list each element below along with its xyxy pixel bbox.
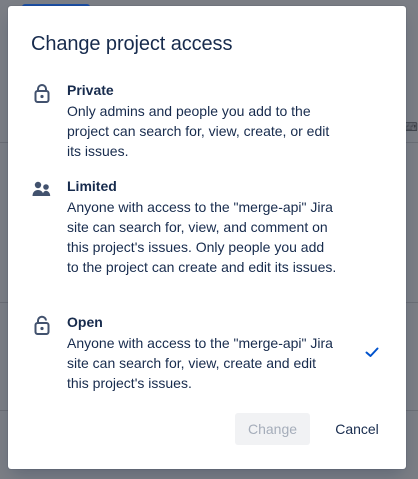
change-access-dialog: Change project access Private Only admin… — [8, 6, 406, 469]
selected-check-icon — [363, 343, 381, 361]
people-icon — [31, 179, 53, 199]
unlock-icon — [31, 315, 53, 335]
dialog-title: Change project access — [31, 33, 233, 55]
option-description: Only admins and people you add to the pr… — [67, 103, 330, 159]
option-name: Limited — [67, 178, 117, 194]
access-option-private[interactable]: Private Only admins and people you add t… — [31, 81, 381, 161]
cancel-button[interactable]: Cancel — [319, 413, 395, 445]
lock-icon — [31, 83, 53, 103]
option-description: Anyone with access to the "merge-api" Ji… — [67, 199, 337, 275]
option-name: Private — [67, 82, 114, 98]
option-name: Open — [67, 314, 103, 330]
option-description: Anyone with access to the "merge-api" Ji… — [67, 335, 333, 391]
access-option-limited[interactable]: Limited Anyone with access to the "merge… — [31, 177, 381, 297]
access-option-open[interactable]: Open Anyone with access to the "merge-ap… — [31, 313, 381, 393]
change-button[interactable]: Change — [235, 413, 310, 445]
